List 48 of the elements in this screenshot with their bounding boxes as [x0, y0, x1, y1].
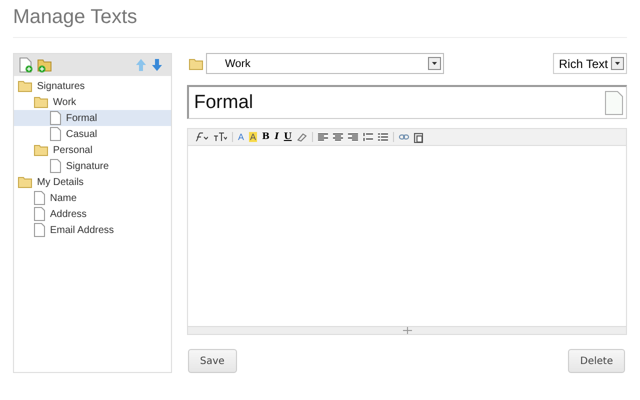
tree-item[interactable]: Email Address: [14, 222, 171, 238]
tree-item[interactable]: Name: [14, 190, 171, 206]
folder-icon: [18, 176, 32, 188]
document-icon: [50, 111, 61, 125]
format-dropdown[interactable]: Rich Text: [552, 53, 627, 74]
align-center-icon[interactable]: [332, 132, 343, 142]
numbered-list-icon[interactable]: [362, 132, 373, 142]
folder-icon: [18, 80, 32, 92]
document-icon: [34, 191, 45, 205]
italic-button[interactable]: I: [274, 132, 279, 142]
bold-button[interactable]: B: [262, 132, 270, 142]
align-right-icon[interactable]: [348, 132, 358, 142]
document-icon: [605, 90, 623, 114]
folder-icon: [189, 58, 203, 70]
highlight-button[interactable]: A: [249, 132, 258, 142]
tree-item[interactable]: Casual: [14, 126, 171, 142]
tree-item[interactable]: Address: [14, 206, 171, 222]
paste-icon[interactable]: [414, 132, 423, 142]
folder-icon: [34, 144, 48, 156]
add-folder-icon[interactable]: [37, 57, 53, 73]
tree-item[interactable]: My Details: [14, 174, 171, 190]
folder-icon: [34, 96, 48, 108]
tree-item[interactable]: Signature: [14, 158, 171, 174]
tree-item[interactable]: Work: [14, 94, 171, 110]
document-icon: [34, 223, 45, 237]
down-arrow-icon[interactable]: [151, 58, 163, 72]
tree-item[interactable]: Signatures: [14, 78, 171, 94]
tree-item[interactable]: Formal: [14, 110, 171, 126]
font-color-button[interactable]: A: [238, 132, 244, 142]
tree-item[interactable]: Personal: [14, 142, 171, 158]
eraser-icon[interactable]: [296, 132, 307, 142]
document-icon: [34, 207, 45, 221]
name-field[interactable]: Formal: [187, 85, 627, 119]
save-button[interactable]: Save: [188, 349, 237, 373]
delete-button[interactable]: Delete: [568, 349, 625, 373]
link-icon[interactable]: [398, 134, 409, 140]
resize-handle-icon[interactable]: [402, 327, 412, 334]
align-left-icon[interactable]: [318, 132, 328, 142]
folder-dropdown[interactable]: Work: [206, 53, 444, 74]
document-icon: [50, 159, 61, 173]
bullet-list-icon[interactable]: [378, 132, 388, 142]
rich-text-editor[interactable]: A A B I U: [187, 128, 627, 335]
document-icon: [50, 127, 61, 141]
underline-button[interactable]: U: [284, 132, 292, 142]
page-title: Manage Texts: [13, 6, 627, 38]
add-document-icon[interactable]: [19, 57, 33, 73]
font-size-icon[interactable]: [213, 132, 227, 142]
font-icon[interactable]: [194, 132, 208, 142]
